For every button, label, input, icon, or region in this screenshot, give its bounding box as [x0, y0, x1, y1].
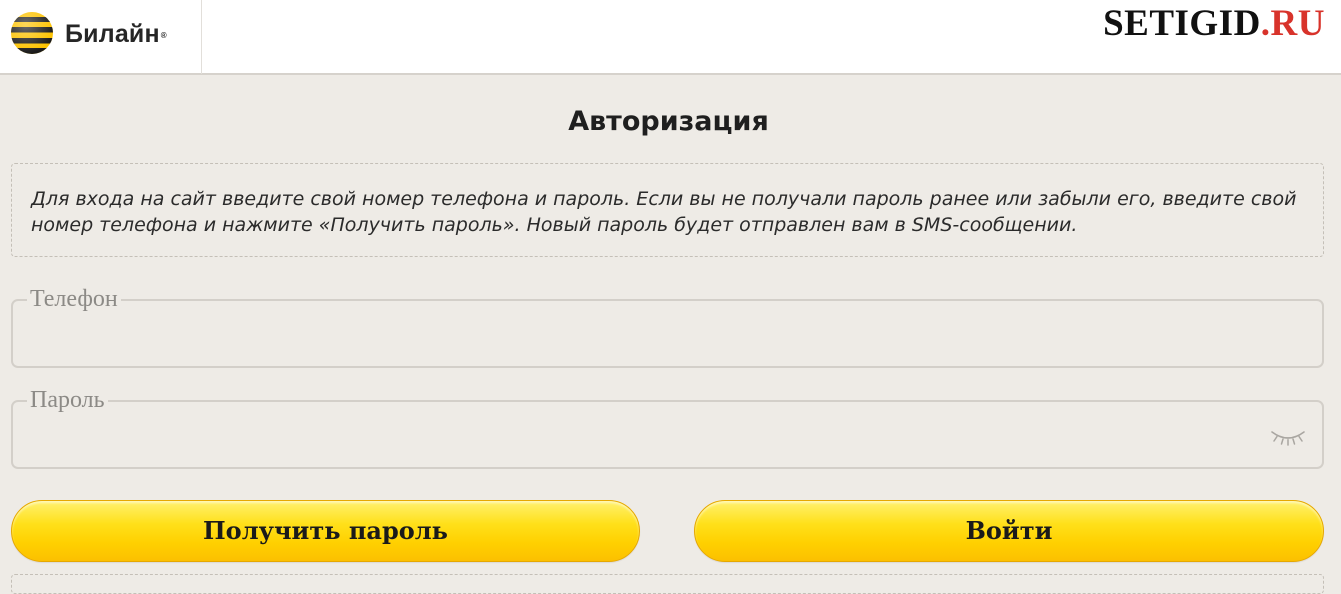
beeline-stripes-logo-icon — [11, 12, 53, 54]
page-title: Авторизация — [568, 106, 769, 137]
brand-name: Билайн® — [65, 20, 167, 48]
get-password-button[interactable]: Получить пароль — [11, 500, 640, 562]
bottom-note-box — [11, 574, 1324, 594]
registered-mark: ® — [160, 31, 167, 40]
info-note: Для входа на сайт введите свой номер тел… — [11, 163, 1324, 257]
top-header: Билайн® SETIGID.RU — [0, 0, 1341, 75]
login-button[interactable]: Войти — [694, 500, 1324, 562]
watermark-main: SETIGID — [1103, 3, 1261, 44]
site-watermark: SETIGID.RU — [1095, 2, 1333, 46]
eye-closed-icon[interactable] — [1270, 428, 1306, 446]
brand-logo[interactable]: Билайн® — [0, 0, 202, 74]
phone-label: Телефон — [27, 286, 121, 312]
watermark-suffix: .RU — [1260, 3, 1325, 44]
password-label: Пароль — [27, 387, 108, 413]
phone-input[interactable] — [29, 323, 1263, 359]
phone-field[interactable]: Телефон — [11, 286, 1324, 368]
password-input[interactable] — [29, 424, 1263, 460]
password-field[interactable]: Пароль — [11, 387, 1324, 469]
